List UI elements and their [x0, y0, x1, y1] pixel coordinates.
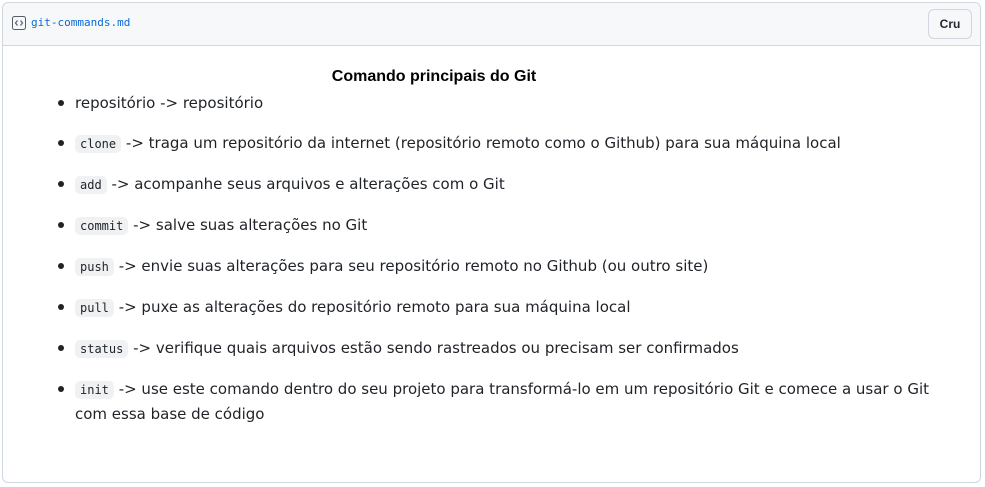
- bullet: [58, 100, 64, 106]
- list-item: init -> use este comando dentro do seu p…: [58, 377, 955, 426]
- item-text: -> salve suas alterações no Git: [133, 216, 368, 234]
- list-item: add -> acompanhe seus arquivos e alteraç…: [58, 172, 955, 197]
- command-code: commit: [75, 217, 129, 235]
- bullet: [58, 181, 64, 187]
- command-code: pull: [75, 299, 114, 317]
- list-item: clone -> traga um repositório da interne…: [58, 131, 955, 156]
- command-list: repositório -> repositório clone -> trag…: [38, 91, 955, 442]
- file-name-link[interactable]: git-commands.md: [31, 16, 130, 30]
- list-item: commit -> salve suas alterações no Git: [58, 213, 955, 238]
- bullet: [58, 345, 64, 351]
- list-item: repositório -> repositório: [58, 91, 955, 115]
- item-text: -> use este comando dentro do seu projet…: [75, 380, 929, 423]
- list-item: push -> envie suas alterações para seu r…: [58, 254, 955, 279]
- item-text: -> acompanhe seus arquivos e alterações …: [111, 175, 505, 193]
- item-text: -> verifique quais arquivos estão sendo …: [133, 339, 739, 357]
- markdown-body: Comando principais do Git repositório ->…: [3, 46, 980, 482]
- file-header: git-commands.md Cru: [3, 3, 980, 46]
- document-title: Comando principais do Git: [331, 68, 537, 85]
- item-text: -> puxe as alterações do repositório rem…: [118, 298, 631, 316]
- raw-button[interactable]: Cru: [928, 9, 972, 39]
- item-text: -> envie suas alterações para seu reposi…: [118, 257, 709, 275]
- file-viewer: git-commands.md Cru Comando principais d…: [2, 2, 981, 483]
- item-text: repositório -> repositório: [75, 94, 264, 112]
- list-item: status -> verifique quais arquivos estão…: [58, 336, 955, 361]
- command-code: init: [75, 381, 114, 399]
- bullet: [58, 140, 64, 146]
- code-file-icon: [12, 16, 26, 30]
- bullet: [58, 222, 64, 228]
- bullet: [58, 386, 64, 392]
- command-code: clone: [75, 135, 122, 153]
- command-code: status: [75, 340, 129, 358]
- list-item: pull -> puxe as alterações do repositóri…: [58, 295, 955, 320]
- bullet: [58, 304, 64, 310]
- command-code: push: [75, 258, 114, 276]
- command-code: add: [75, 176, 107, 194]
- item-text: -> traga um repositório da internet (rep…: [125, 134, 841, 152]
- bullet: [58, 263, 64, 269]
